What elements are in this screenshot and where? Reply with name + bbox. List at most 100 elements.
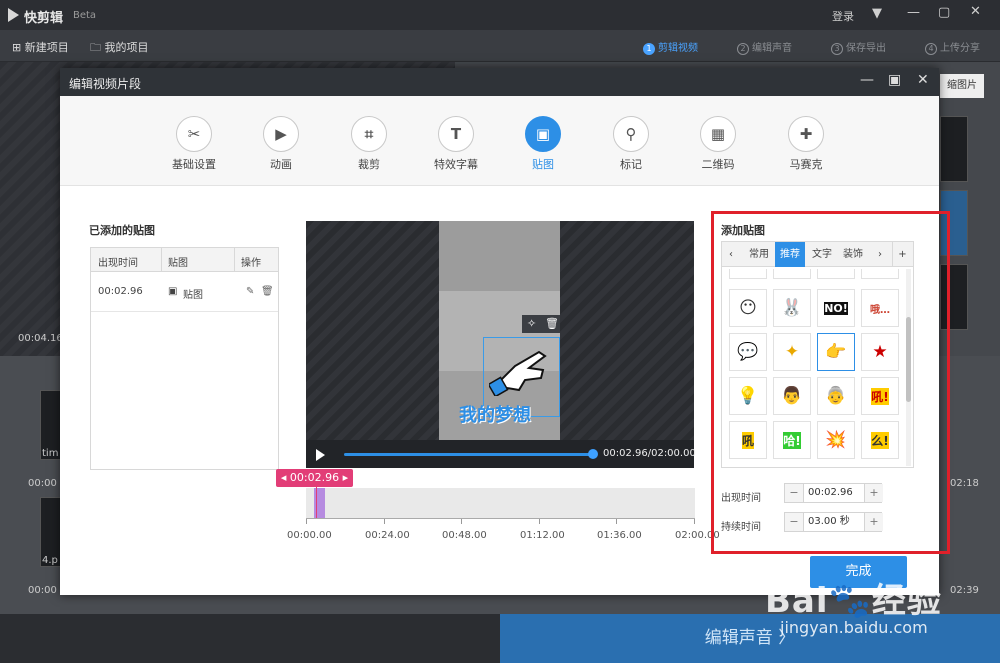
text-icon: T [438,116,474,152]
column-header: 操作 [241,258,261,269]
timeline-label: 00:48.00 [442,530,487,541]
thumbnail-button[interactable]: 缩图片 [940,74,984,98]
dialog-title: 编辑视频片段 [69,77,142,91]
added-stickers-table: 出现时间 贴图 操作 00:02.96 ▣ 贴图 ✎ 🗑 [90,247,279,470]
new-project-label: 新建项目 [24,41,69,54]
dialog-header: 编辑视频片段 — ▣ ✕ [60,68,939,96]
my-projects-button[interactable]: 🗀 我的项目 [90,39,149,58]
image-icon: ▣ [525,116,561,152]
wand-icon[interactable]: ✧ [527,317,536,330]
tick [306,519,307,524]
close-icon[interactable]: ✕ [970,4,981,19]
step-label: 上传分享 [940,43,980,54]
plus-box-icon: ⊞ [12,41,25,54]
baidu-watermark-url: jingyan.baidu.com [780,618,928,637]
column-divider [161,248,162,272]
table-header: 出现时间 贴图 操作 [91,248,278,272]
folder-icon: 🗀 [90,41,105,54]
row-time: 00:02.96 [98,286,143,297]
preview-time: 00:04.16/ [18,333,67,344]
sticker-toolbar: ✧ 🗑 [522,315,560,333]
column-divider [234,248,235,272]
minimize-icon[interactable]: — [907,5,920,20]
tick [384,519,385,524]
menu-icon[interactable]: ▼ [872,6,882,21]
tool-mosaic[interactable]: ✚ 马赛克 [771,116,841,172]
tool-label: 贴图 [532,158,554,171]
tool-basic-settings[interactable]: ✂ 基础设置 [159,116,229,172]
media-thumbnail[interactable] [940,116,968,182]
playhead-time: 00:02.96 [289,471,340,484]
edit-tool-bar: ✂ 基础设置 ▶ 动画 ⌗ 裁剪 T 特效字幕 ▣ 贴图 ⚲ 标记 ▦ 二维码 ✚ 马赛克 [60,96,939,186]
timeline-label: 01:36.00 [597,530,642,541]
tool-label: 基础设置 [172,158,216,171]
tick [616,519,617,524]
tool-label: 二维码 [701,158,735,171]
tick [694,519,695,524]
timeline-track[interactable] [306,488,695,518]
mosaic-icon: ✚ [788,116,824,152]
edit-pencil-icon[interactable]: ✎ [246,286,254,297]
close-icon[interactable]: ✕ [917,72,929,88]
minimize-icon[interactable]: — [860,72,874,88]
clip-time: 02:39 [950,585,979,596]
step-label: 剪辑视频 [658,43,698,54]
progress-handle[interactable] [588,449,598,459]
tool-sticker[interactable]: ▣ 贴图 [508,116,578,172]
tool-subtitle[interactable]: T 特效字幕 [421,116,491,172]
column-header: 贴图 [168,258,188,269]
column-header: 出现时间 [98,258,138,269]
new-project-button[interactable]: ⊞ 新建项目 [12,39,69,55]
tool-label: 裁剪 [358,158,380,171]
step-4[interactable]: 4 上传分享 [925,39,980,55]
table-row[interactable]: 00:02.96 ▣ 贴图 ✎ 🗑 [91,272,278,312]
step-3[interactable]: 3 保存导出 [831,39,886,55]
timeline-label: 00:24.00 [365,530,410,541]
added-stickers-title: 已添加的贴图 [89,224,155,237]
pointing-hand-sticker[interactable] [489,346,555,396]
step-label: 保存导出 [846,43,886,54]
clip-time: 02:18 [950,478,979,489]
app-beta-badge: Beta [73,10,97,21]
maximize-icon[interactable]: ▣ [888,72,901,88]
image-icon: ▣ [168,286,178,297]
progress-bar[interactable] [344,453,594,456]
clip-time: 00:00 [28,478,57,489]
video-controls: 00:02.96/02:00.00 [306,440,696,468]
trash-icon[interactable]: 🗑 [545,317,559,330]
tool-animation[interactable]: ▶ 动画 [246,116,316,172]
step-number: 3 [831,43,843,55]
play-icon[interactable] [316,449,325,461]
tool-qrcode[interactable]: ▦ 二维码 [683,116,753,172]
app-logo-icon [8,8,19,22]
baidu-watermark-logo: Bai🐾经验 [765,581,942,621]
maximize-icon[interactable]: ▢ [938,5,950,20]
animation-icon: ▶ [263,116,299,152]
sticker-caption: 我的梦想 [459,405,531,426]
pin-icon: ⚲ [613,116,649,152]
tool-label: 标记 [620,158,642,171]
tick [461,519,462,524]
frame-region [439,221,560,291]
step-2[interactable]: 2 编辑声音 [737,39,792,55]
tool-crop[interactable]: ⌗ 裁剪 [334,116,404,172]
app-title: 快剪辑 [24,11,64,26]
tool-label: 马赛克 [789,158,823,171]
scissors-icon: ✂ [176,116,212,152]
login-link[interactable]: 登录 [832,8,854,24]
time-readout: 00:02.96/02:00.00 [603,448,696,459]
tool-mark[interactable]: ⚲ 标记 [596,116,666,172]
playhead-tag[interactable]: ◂ 00:02.96 ▸ [276,469,353,487]
trash-icon[interactable]: 🗑 [261,286,274,297]
main-toolbar: ⊞ 新建项目 🗀 我的项目 1 剪辑视频 2 编辑声音 3 保存导出 4 上传分享 [0,30,1000,62]
step-number: 4 [925,43,937,55]
tool-label: 动画 [270,158,292,171]
step-number: 2 [737,43,749,55]
row-sticker-name: 贴图 [183,290,203,301]
clip-label: 4.p [42,555,58,566]
step-number: 1 [643,43,655,55]
step-1[interactable]: 1 剪辑视频 [643,39,698,55]
timeline-label: 01:12.00 [520,530,565,541]
step-label: 编辑声音 [752,43,792,54]
tool-label: 特效字幕 [434,158,478,171]
